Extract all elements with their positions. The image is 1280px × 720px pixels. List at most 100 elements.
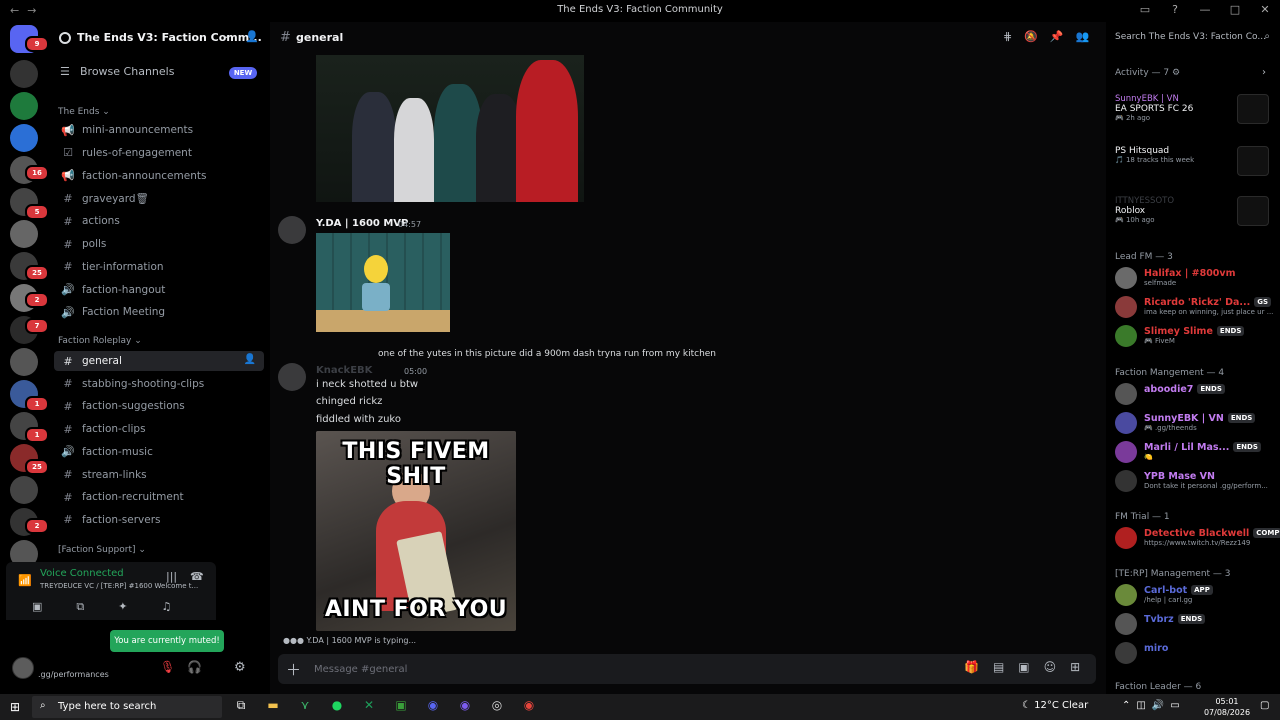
channel-general[interactable]: # general 👤 [54, 351, 264, 371]
notifications-icon[interactable]: 🔕 [1024, 30, 1038, 43]
activity-card[interactable]: PS Hitsquad 🎵 18 tracks this week [1115, 146, 1275, 176]
clock[interactable]: 05:01 07/08/2026 [1202, 696, 1252, 718]
member-item[interactable]: Halifax | #800vm selfmade [1115, 265, 1279, 291]
member-item[interactable]: Tvbrz ENDS [1115, 611, 1279, 637]
spotify-icon[interactable]: ● [328, 698, 346, 713]
plus-icon[interactable]: ＋ [286, 659, 301, 680]
channel-graveyard[interactable]: # graveyard🗑 [54, 188, 264, 208]
maximize-button[interactable]: □ [1228, 3, 1242, 16]
channel-faction-clips[interactable]: # faction-clips [54, 419, 264, 439]
volume-icon[interactable]: 🔊 [1152, 700, 1164, 711]
message-author[interactable]: KnackEBK [316, 365, 372, 376]
invite-icon[interactable]: 👤 [244, 354, 256, 365]
category-the-ends[interactable]: The Ends ⌄ [58, 107, 110, 117]
members-icon[interactable]: 👥 [1076, 30, 1090, 43]
category-faction-roleplay[interactable]: Faction Roleplay ⌄ [58, 336, 142, 346]
message-input[interactable] [314, 660, 914, 678]
member-item[interactable]: YPB Mase VN Dont take it personal .gg/per… [1115, 468, 1279, 494]
reply-preview[interactable]: one of the yutes in this picture did a 9… [378, 349, 716, 359]
gif-icon[interactable]: ▤ [993, 660, 1004, 674]
gear-icon[interactable]: ⚙ [234, 660, 246, 675]
activity-card[interactable]: SunnyEBK | VN EA SPORTS FC 26 🎮 2h ago [1115, 94, 1275, 124]
chevron-down-icon[interactable]: ⌄ [222, 30, 230, 41]
posted-image-group-photo[interactable] [316, 55, 584, 202]
emoji-icon[interactable]: ☺ [1044, 660, 1057, 674]
app-icon[interactable]: ◎ [488, 698, 506, 713]
posted-image-meme[interactable]: THIS FIVEM SHIT AINT FOR YOU [316, 431, 516, 631]
category-faction-support[interactable]: [Faction Support] ⌄ [58, 545, 146, 555]
channel-faction-suggestions[interactable]: # faction-suggestions [54, 396, 264, 416]
windows-icon[interactable]: ⊞ [10, 700, 20, 714]
search-input[interactable]: Search The Ends V3: Faction Co... [1115, 32, 1266, 42]
voice-channel[interactable]: TREYDEUCE VC / [TE:RP] #1600 Welcome t..… [40, 582, 200, 590]
camera-icon[interactable]: ▣ [32, 600, 42, 614]
channel-mini-announcements[interactable]: 📢 mini-announcements [54, 120, 264, 140]
channel-faction-meeting[interactable]: 🔊 Faction Meeting [54, 302, 264, 322]
message-author[interactable]: Y.DA | 1600 MVP [316, 218, 408, 229]
channel-faction-announcements[interactable]: 📢 faction-announcements [54, 166, 264, 186]
minimize-button[interactable]: — [1198, 3, 1212, 16]
avatar[interactable] [12, 657, 34, 679]
member-item[interactable]: Slimey Slime ENDS 🎮 FiveM [1115, 323, 1279, 349]
excel-icon[interactable]: ✕ [360, 698, 378, 713]
file-explorer-icon[interactable]: ▬ [264, 698, 282, 713]
channel-faction-servers[interactable]: # faction-servers [54, 510, 264, 530]
server-icon[interactable] [10, 60, 38, 88]
add-user-icon[interactable]: 👤 [245, 30, 259, 43]
voice-status[interactable]: Voice Connected [40, 568, 124, 579]
channel-faction-hangout[interactable]: 🔊 faction-hangout [54, 280, 264, 300]
member-item[interactable]: aboodie7 ENDS [1115, 381, 1279, 407]
server-icon[interactable] [10, 124, 38, 152]
weather-widget[interactable]: ☾ 12°C Clear [1022, 700, 1088, 711]
member-item[interactable]: Carl-bot APP/help | carl.gg [1115, 582, 1279, 608]
inbox-icon[interactable]: ▭ [1138, 3, 1152, 16]
threads-icon[interactable]: ⋕ [1003, 30, 1012, 43]
chevron-right-icon[interactable]: › [1262, 67, 1266, 78]
avatar[interactable] [278, 363, 306, 391]
tray-icon[interactable]: ⌃ [1122, 700, 1130, 711]
gear-icon[interactable]: ⚙ [1172, 68, 1180, 78]
task-view-icon[interactable]: ⧉ [232, 698, 250, 713]
server-icon[interactable] [10, 476, 38, 504]
channel-rules-of-engagement[interactable]: ☑ rules-of-engagement [54, 143, 264, 163]
app-icon[interactable]: ◉ [456, 698, 474, 713]
discord-icon[interactable]: ◉ [424, 698, 442, 713]
notification-icon[interactable]: ▢ [1260, 700, 1269, 711]
channel-stream-links[interactable]: # stream-links [54, 465, 264, 485]
pin-icon[interactable]: 📌 [1050, 30, 1064, 43]
channel-stabbing-shooting-clips[interactable]: # stabbing-shooting-clips [54, 374, 264, 394]
apps-icon[interactable]: ⊞ [1070, 660, 1080, 674]
search-bar[interactable]: Search The Ends V3: Faction Co... ⌕ [1106, 27, 1274, 49]
channel-faction-music[interactable]: 🔊 faction-music [54, 442, 264, 462]
server-icon[interactable] [10, 92, 38, 120]
member-item[interactable]: miro [1115, 640, 1279, 666]
server-icon[interactable] [10, 220, 38, 248]
channel-actions[interactable]: # actions [54, 211, 264, 231]
network-icon[interactable]: ◫ [1136, 700, 1145, 711]
member-item[interactable]: Detective Blackwell COMP https://www.twitc… [1115, 525, 1280, 551]
soundboard-icon[interactable]: ♫ [161, 600, 171, 614]
app-icon[interactable]: ⋎ [296, 698, 314, 713]
server-header[interactable]: The Ends V3: Faction Comm... ⌄ 👤 [48, 22, 270, 54]
channel-faction-recruitment[interactable]: # faction-recruitment [54, 487, 264, 507]
sticker-icon[interactable]: ▣ [1018, 660, 1029, 674]
channel-tier-information[interactable]: # tier-information [54, 257, 264, 277]
member-item[interactable]: Marli / Lil Mas... ENDS 🍋 [1115, 439, 1279, 465]
screen-share-icon[interactable]: ⧉ [76, 600, 84, 614]
member-item[interactable]: SunnyEBK | VN ENDS 🎮 .gg/theends [1115, 410, 1279, 436]
disconnect-icon[interactable]: ☎ [190, 570, 204, 583]
app-icon[interactable]: ▣ [392, 698, 410, 713]
headphones-icon[interactable]: 🎧 [187, 660, 202, 674]
noise-suppression-icon[interactable]: ||| [166, 570, 177, 583]
member-item[interactable]: Ricardo 'Rickz' Da... GS ima keep on winni… [1115, 294, 1279, 320]
channel-polls[interactable]: # polls [54, 234, 264, 254]
activity-icon[interactable]: ✦ [118, 600, 127, 614]
battery-icon[interactable]: ▭ [1170, 700, 1179, 711]
mic-muted-icon[interactable]: 🎙 [160, 660, 175, 674]
activity-card[interactable]: ITTNYESSOTO Roblox 🎮 10h ago [1115, 196, 1275, 226]
gift-icon[interactable]: 🎁 [964, 660, 979, 674]
chrome-icon[interactable]: ◉ [520, 698, 538, 713]
taskbar-search[interactable]: ⌕ Type here to search [32, 696, 222, 718]
close-button[interactable]: ✕ [1258, 3, 1272, 16]
posted-image-cartoon[interactable] [316, 233, 450, 332]
